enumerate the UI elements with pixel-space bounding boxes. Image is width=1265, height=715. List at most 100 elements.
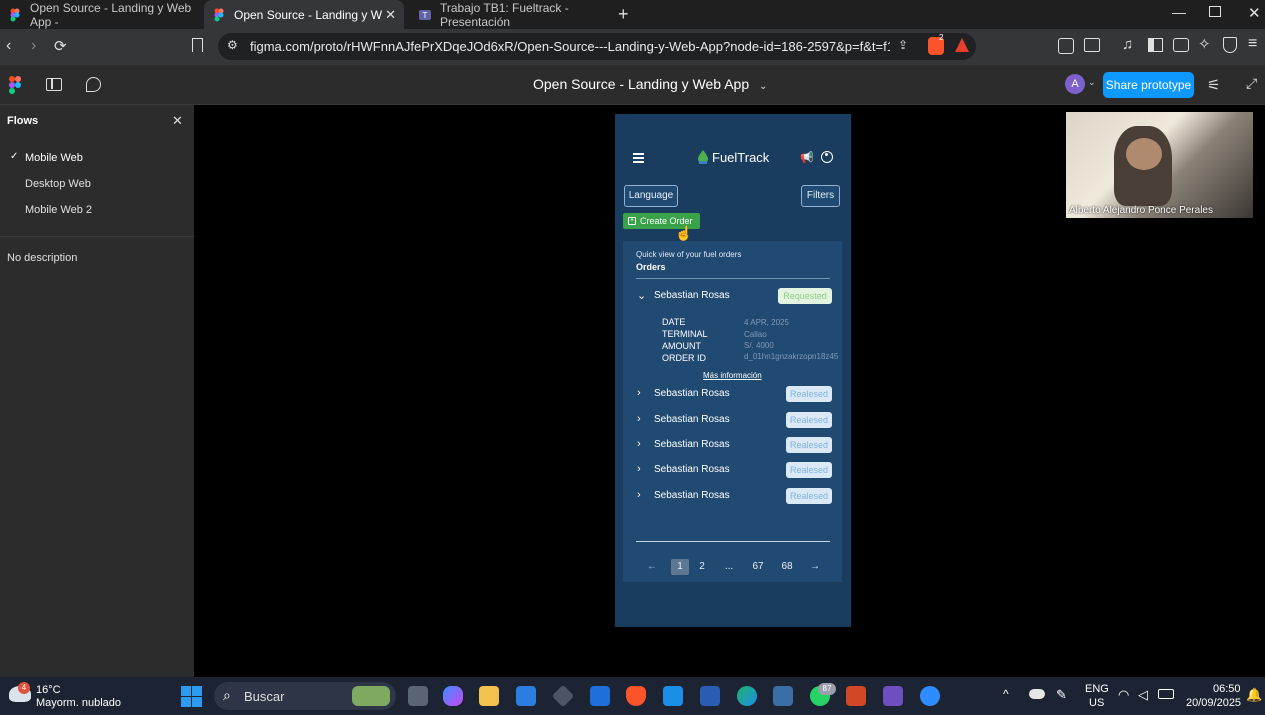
mobile-prototype-frame[interactable]: FuelTrack 📢 Language Filters + Create Or… xyxy=(615,114,851,627)
divider xyxy=(636,541,830,542)
screenshot-icon[interactable] xyxy=(1084,38,1100,52)
pagination-next[interactable]: → xyxy=(806,559,824,575)
input-region[interactable]: US xyxy=(1089,697,1104,709)
flow-description: No description xyxy=(7,252,78,264)
share-prototype-button[interactable]: Share prototype xyxy=(1103,72,1194,98)
taskbar-search[interactable]: ⌕ Buscar xyxy=(214,682,396,710)
battery-icon[interactable] xyxy=(1158,689,1174,699)
bookmark-icon[interactable] xyxy=(192,38,203,52)
weather-desc[interactable]: Mayorm. nublado xyxy=(36,697,121,709)
order-row[interactable]: › Sebastian Rosas Realesed xyxy=(623,410,842,430)
volume-icon[interactable]: ◁ xyxy=(1138,687,1148,703)
minimize-icon[interactable]: — xyxy=(1172,4,1186,20)
sidebar-toggle-icon[interactable] xyxy=(1148,38,1163,52)
powerpoint-icon[interactable] xyxy=(846,686,866,706)
orders-subtitle: Quick view of your fuel orders xyxy=(636,250,742,259)
app-icon[interactable] xyxy=(551,684,575,708)
show-hidden-icons-icon[interactable]: ^ xyxy=(1003,687,1009,701)
pagination-page[interactable]: 1 xyxy=(671,559,689,575)
user-profile-icon[interactable] xyxy=(821,151,833,163)
browser-tab[interactable]: T Trabajo TB1: Fueltrack - Presentación xyxy=(410,0,610,29)
chevron-down-icon[interactable]: ⌄ xyxy=(1088,77,1096,88)
order-row[interactable]: › Sebastian Rosas Realesed xyxy=(623,460,842,480)
reload-icon[interactable]: ⟳ xyxy=(54,37,67,55)
flow-item-desktop-web[interactable]: Desktop Web xyxy=(25,178,91,190)
browser-tab-active[interactable]: Open Source - Landing y Web Ap ✕ xyxy=(204,0,404,29)
figma-logo-icon[interactable] xyxy=(9,76,21,94)
brave-browser-icon[interactable] xyxy=(626,686,646,706)
site-info-icon[interactable]: ⚙ xyxy=(227,38,238,52)
vscode-icon[interactable] xyxy=(663,686,683,706)
weather-temp[interactable]: 16°C xyxy=(36,684,61,696)
hamburger-menu-icon[interactable] xyxy=(633,153,644,163)
share-page-icon[interactable]: ⇪ xyxy=(898,38,908,52)
pagination-page[interactable]: 2 xyxy=(693,559,711,575)
edge-icon[interactable] xyxy=(737,686,757,706)
avatar[interactable]: A xyxy=(1065,74,1085,94)
panel-toggle-icon[interactable] xyxy=(46,78,62,91)
close-window-icon[interactable]: ✕ xyxy=(1248,4,1261,22)
file-title[interactable]: Open Source - Landing y Web App ⌄ xyxy=(533,76,767,92)
new-tab-icon[interactable]: + xyxy=(618,4,629,25)
flow-item-mobile-web[interactable]: Mobile Web xyxy=(25,152,83,164)
brave-rewards-icon[interactable] xyxy=(955,38,969,52)
task-view-icon[interactable] xyxy=(408,686,428,706)
copilot-icon[interactable] xyxy=(443,686,463,706)
onedrive-icon[interactable] xyxy=(1029,689,1045,699)
order-row-expanded[interactable]: ⌄ Sebastian Rosas Requested xyxy=(623,286,842,306)
order-row[interactable]: › Sebastian Rosas Realesed xyxy=(623,486,842,506)
store-icon[interactable] xyxy=(516,686,536,706)
forward-icon[interactable]: › xyxy=(31,37,36,55)
settings-sliders-icon[interactable]: ⚟ xyxy=(1207,76,1220,94)
back-icon[interactable]: ‹ xyxy=(6,37,11,55)
chevron-down-icon: ⌄ xyxy=(637,290,647,302)
windows-start-icon[interactable] xyxy=(181,686,202,707)
fullscreen-icon[interactable]: ⤢ xyxy=(1246,75,1257,92)
restore-icon[interactable] xyxy=(1209,6,1221,17)
status-badge: Realesed xyxy=(786,488,832,504)
order-row[interactable]: › Sebastian Rosas Realesed xyxy=(623,384,842,404)
file-explorer-icon[interactable] xyxy=(479,686,499,706)
url-text[interactable]: figma.com/proto/rHWFnnAJfePrXDqeJOd6xR/O… xyxy=(250,39,890,54)
comment-icon[interactable] xyxy=(86,77,101,92)
status-badge: Realesed xyxy=(786,437,832,453)
close-panel-icon[interactable]: ✕ xyxy=(172,113,183,129)
mouse-cursor-icon: ☝ xyxy=(675,225,693,241)
megaphone-icon[interactable]: 📢 xyxy=(800,151,814,164)
snipping-tool-icon[interactable] xyxy=(883,686,903,706)
order-row[interactable]: › Sebastian Rosas Realesed xyxy=(623,435,842,455)
menu-icon[interactable]: ≡ xyxy=(1248,35,1257,53)
clock-date[interactable]: 20/09/2025 xyxy=(1186,697,1241,709)
pagination-page[interactable]: 67 xyxy=(749,559,767,575)
vpn-shield-icon[interactable] xyxy=(1223,37,1237,53)
language-button[interactable]: Language xyxy=(624,185,678,207)
notifications-icon[interactable]: 🔔 xyxy=(1246,687,1262,703)
close-tab-icon[interactable]: ✕ xyxy=(385,7,396,23)
app-icon[interactable] xyxy=(773,686,793,706)
word-icon[interactable] xyxy=(700,686,720,706)
browser-tab[interactable]: Open Source - Landing y Web App - xyxy=(0,0,198,29)
chevron-right-icon: › xyxy=(637,438,641,450)
divider xyxy=(636,278,830,279)
zoom-icon[interactable] xyxy=(920,686,940,706)
chevron-right-icon: › xyxy=(637,413,641,425)
wallet-icon[interactable] xyxy=(1173,38,1189,52)
pen-icon[interactable]: ✎ xyxy=(1056,687,1067,703)
order-customer-name: Sebastian Rosas xyxy=(654,414,730,425)
pagination-prev[interactable]: ← xyxy=(643,559,661,575)
address-bar[interactable]: ⚙ figma.com/proto/rHWFnnAJfePrXDqeJOd6xR… xyxy=(218,33,976,60)
more-info-link[interactable]: Más información xyxy=(703,371,762,380)
chevron-right-icon: › xyxy=(637,387,641,399)
leo-ai-icon[interactable]: ✧ xyxy=(1198,35,1211,53)
vpn-app-icon[interactable] xyxy=(590,686,610,706)
wifi-icon[interactable]: ◠ xyxy=(1118,687,1129,703)
extensions-icon[interactable] xyxy=(1058,38,1074,54)
flows-panel: Flows ✕ ✓ Mobile Web Desktop Web Mobile … xyxy=(0,105,194,677)
media-icon[interactable]: ♫ xyxy=(1122,36,1133,53)
flow-item-mobile-web-2[interactable]: Mobile Web 2 xyxy=(25,204,92,216)
pagination-page[interactable]: 68 xyxy=(778,559,796,575)
clock-time[interactable]: 06:50 xyxy=(1213,683,1241,695)
filters-button[interactable]: Filters xyxy=(801,185,840,207)
input-language[interactable]: ENG xyxy=(1085,683,1109,695)
divider xyxy=(0,236,194,237)
